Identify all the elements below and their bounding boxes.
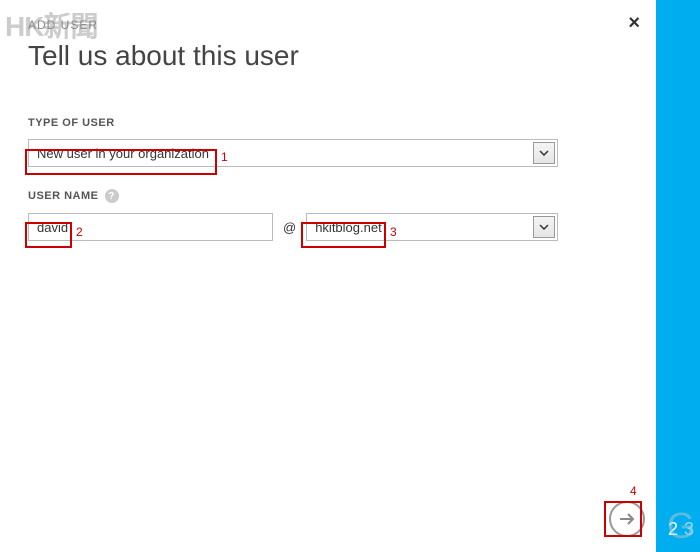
- domain-select[interactable]: hkitblog.net: [306, 213, 558, 241]
- type-of-user-select[interactable]: New user in your organization: [28, 139, 558, 167]
- close-button[interactable]: ×: [628, 12, 640, 35]
- select-value: New user in your organization: [37, 146, 549, 161]
- help-icon[interactable]: ?: [105, 189, 119, 203]
- username-label: USER NAME ?: [28, 189, 625, 203]
- label-text: USER NAME: [28, 190, 99, 202]
- breadcrumb: ADD USER: [28, 18, 625, 32]
- next-button[interactable]: [609, 501, 645, 537]
- watermark-g: G: [667, 505, 695, 547]
- arrow-right-icon: [618, 512, 636, 526]
- at-sign: @: [283, 220, 296, 235]
- chevron-down-icon[interactable]: [533, 142, 555, 164]
- wizard-step-bar: 23: [656, 0, 700, 552]
- type-of-user-label: TYPE OF USER: [28, 117, 625, 129]
- chevron-down-icon[interactable]: [533, 216, 555, 238]
- annotation-label-1: 1: [221, 150, 228, 164]
- label-text: TYPE OF USER: [28, 117, 115, 129]
- username-input[interactable]: [28, 213, 273, 241]
- main-content: ADD USER Tell us about this user TYPE OF…: [28, 18, 625, 241]
- annotation-label-3: 3: [390, 225, 397, 239]
- username-row: @ hkitblog.net: [28, 213, 558, 241]
- annotation-label-4: 4: [630, 484, 637, 498]
- domain-value: hkitblog.net: [315, 220, 549, 235]
- page-title: Tell us about this user: [28, 40, 625, 72]
- annotation-label-2: 2: [76, 225, 83, 239]
